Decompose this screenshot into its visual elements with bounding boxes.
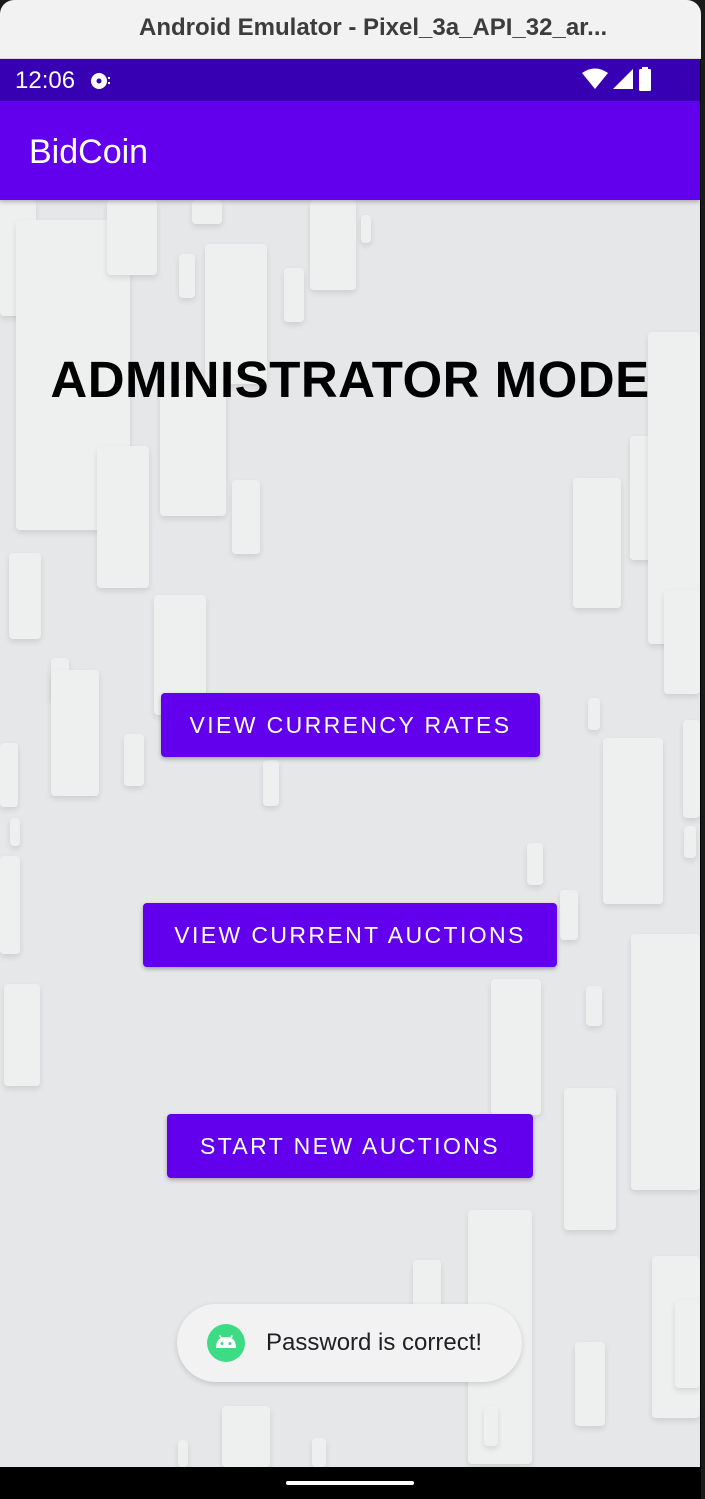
- app-bar: BidCoin: [0, 101, 700, 200]
- navigation-bar: [0, 1467, 700, 1499]
- toast-message: Password is correct!: [177, 1304, 522, 1382]
- status-bar: 12:06: [0, 59, 700, 101]
- battery-icon: [639, 67, 651, 91]
- signal-icon: [613, 69, 633, 89]
- status-time: 12:06: [15, 67, 76, 94]
- main-content: ADMINISTRATOR MODE VIEW CURRENCY RATES V…: [0, 200, 700, 1467]
- home-gesture-handle[interactable]: [286, 1481, 414, 1485]
- android-icon: [207, 1324, 245, 1362]
- page-title: ADMINISTRATOR MODE: [50, 351, 650, 408]
- app-title: BidCoin: [29, 133, 149, 171]
- window-edge: [701, 0, 705, 1499]
- view-currency-rates-button[interactable]: VIEW CURRENCY RATES: [161, 693, 540, 757]
- window-titlebar: Android Emulator - Pixel_3a_API_32_ar...: [0, 0, 701, 59]
- view-current-auctions-button[interactable]: VIEW CURRENT AUCTIONS: [143, 903, 557, 967]
- disk-icon: [91, 73, 110, 89]
- emulator-window: Android Emulator - Pixel_3a_API_32_ar...…: [0, 0, 701, 1499]
- start-new-auctions-button[interactable]: START NEW AUCTIONS: [167, 1114, 533, 1178]
- wifi-icon: [582, 68, 608, 89]
- status-icons: [582, 67, 652, 91]
- toast-text: Password is correct!: [266, 1329, 483, 1356]
- window-title: Android Emulator - Pixel_3a_API_32_ar...: [139, 14, 608, 41]
